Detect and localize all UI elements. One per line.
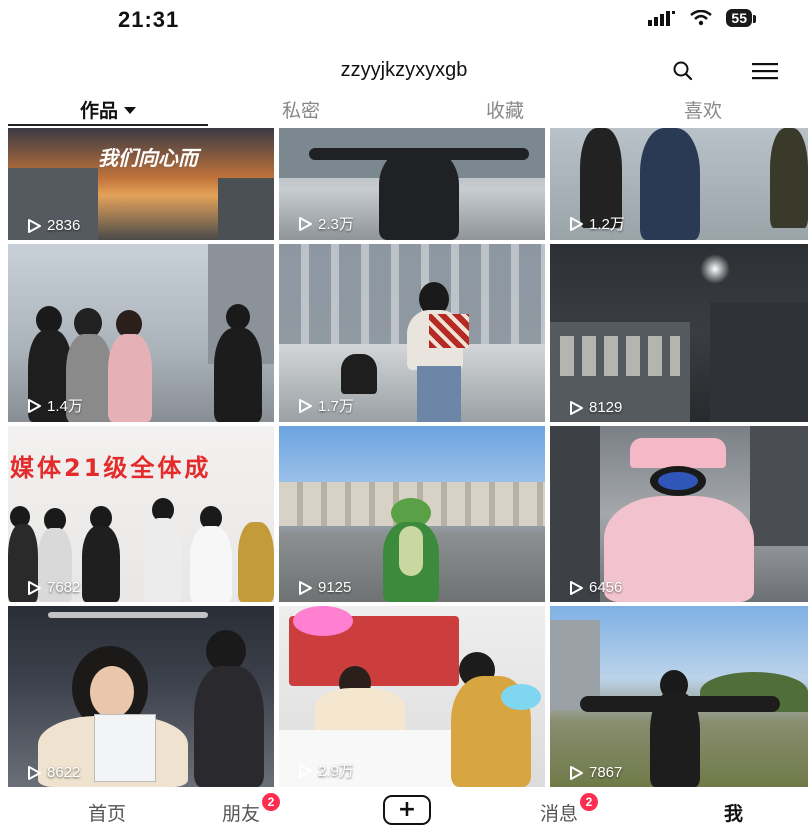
create-button[interactable]: +	[383, 795, 431, 825]
view-count: 2.9万	[297, 760, 354, 781]
play-icon	[299, 398, 312, 413]
plus-icon: +	[397, 797, 417, 822]
tab-favorites[interactable]: 收藏	[486, 96, 524, 123]
view-count-text: 1.2万	[589, 216, 625, 233]
caret-down-icon	[124, 107, 137, 114]
search-icon[interactable]	[672, 60, 694, 82]
video-thumbnail-9[interactable]: 6456	[550, 426, 808, 602]
view-count-text: 9125	[318, 579, 352, 596]
view-count-text: 6456	[589, 579, 623, 596]
view-count: 8622	[26, 764, 80, 781]
video-thumbnail-5[interactable]: 1.7万	[279, 244, 545, 422]
status-icons: 55	[648, 9, 756, 27]
nav-friends[interactable]: 朋友 2	[222, 793, 280, 826]
view-count-text: 2.9万	[318, 763, 354, 780]
view-count: 9125	[297, 579, 351, 596]
view-count: 1.7万	[297, 395, 354, 416]
status-time: 21:31	[118, 7, 180, 32]
video-grid: 我们向心而 2836 2.3万 1.2万 1.4万 1.7万 8129 媒体21…	[8, 128, 808, 787]
play-icon	[570, 580, 583, 595]
tab-likes[interactable]: 喜欢	[684, 96, 722, 123]
signal-icon	[648, 11, 676, 26]
friends-notification-badge: 2	[262, 793, 280, 811]
video-thumbnail-4[interactable]: 1.4万	[8, 244, 274, 422]
play-icon	[570, 765, 583, 780]
tab-works-label: 作品	[80, 100, 119, 122]
video-thumbnail-3[interactable]: 1.2万	[550, 128, 808, 240]
play-icon	[570, 216, 583, 231]
view-count: 2.3万	[297, 213, 354, 234]
view-count-text: 1.7万	[318, 398, 354, 415]
view-count: 8129	[568, 399, 622, 416]
wifi-icon	[690, 10, 713, 26]
menu-icon[interactable]	[752, 62, 778, 80]
tab-private[interactable]: 私密	[282, 96, 320, 123]
video-caption-overlay: 我们向心而	[98, 146, 198, 170]
play-icon	[299, 580, 312, 595]
view-count: 2836	[26, 217, 80, 234]
view-count-text: 2.3万	[318, 216, 354, 233]
video-thumbnail-12[interactable]: 7867	[550, 606, 808, 787]
nav-home[interactable]: 首页	[88, 799, 126, 826]
video-caption-overlay: 媒体21级全体成	[10, 454, 212, 482]
video-thumbnail-11[interactable]: 2.9万	[279, 606, 545, 787]
video-thumbnail-10[interactable]: 8622	[8, 606, 274, 787]
view-count: 7682	[26, 579, 80, 596]
view-count: 1.2万	[568, 213, 625, 234]
status-bar: 21:31 55	[0, 0, 808, 40]
play-icon	[299, 763, 312, 778]
video-thumbnail-8[interactable]: 9125	[279, 426, 545, 602]
bottom-navigation: 首页 朋友 2 + 消息 2 我	[0, 787, 808, 833]
tab-works[interactable]: 作品	[80, 96, 137, 123]
view-count: 6456	[568, 579, 622, 596]
nav-me[interactable]: 我	[724, 799, 743, 826]
view-count: 7867	[568, 764, 622, 781]
view-count-text: 7867	[589, 764, 623, 781]
battery-indicator: 55	[726, 9, 756, 27]
video-thumbnail-1[interactable]: 我们向心而 2836	[8, 128, 274, 240]
nav-messages-label: 消息	[540, 803, 579, 825]
profile-tabs: 作品 私密 收藏 喜欢	[0, 90, 808, 126]
view-count-text: 2836	[47, 217, 81, 234]
profile-header: zzyyjkzyxyxgb	[0, 54, 808, 90]
nav-friends-label: 朋友	[222, 803, 261, 825]
play-icon	[28, 580, 41, 595]
view-count-text: 8622	[47, 764, 81, 781]
messages-notification-badge: 2	[580, 793, 598, 811]
video-thumbnail-2[interactable]: 2.3万	[279, 128, 545, 240]
view-count-text: 7682	[47, 579, 81, 596]
play-icon	[570, 400, 583, 415]
play-icon	[28, 218, 41, 233]
active-tab-indicator	[8, 124, 208, 126]
video-thumbnail-6[interactable]: 8129	[550, 244, 808, 422]
nav-messages[interactable]: 消息 2	[540, 793, 598, 826]
play-icon	[28, 398, 41, 413]
play-icon	[28, 765, 41, 780]
video-thumbnail-7[interactable]: 媒体21级全体成 7682	[8, 426, 274, 602]
play-icon	[299, 216, 312, 231]
view-count-text: 8129	[589, 399, 623, 416]
view-count: 1.4万	[26, 395, 83, 416]
view-count-text: 1.4万	[47, 398, 83, 415]
